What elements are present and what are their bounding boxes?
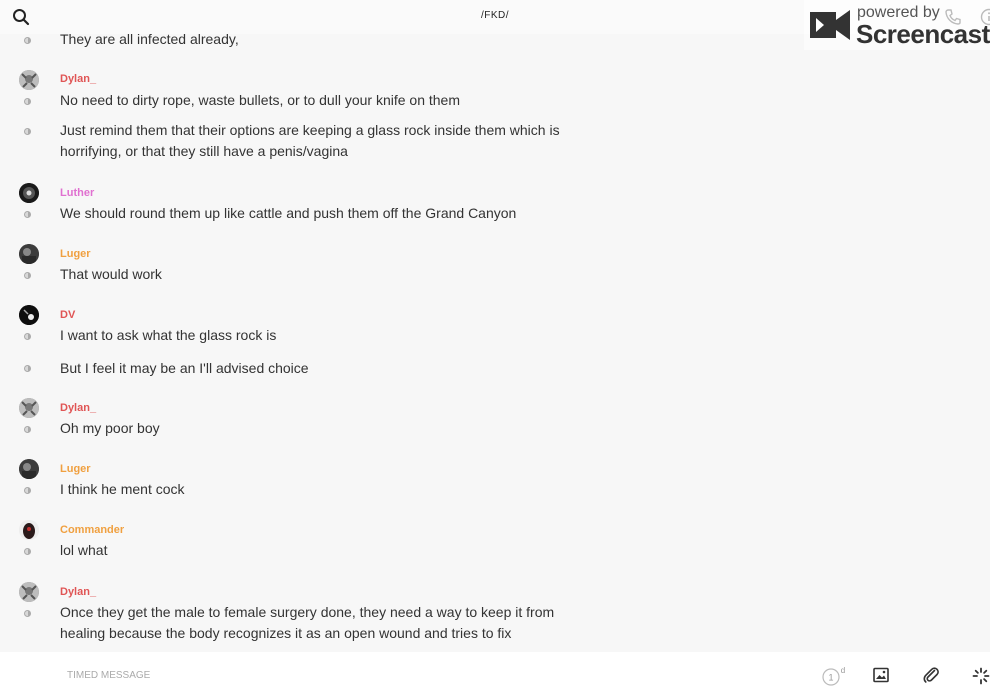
avatar[interactable] bbox=[19, 70, 39, 90]
timer-value: 1 bbox=[828, 673, 833, 683]
message-text: Just remind them that their options are … bbox=[60, 122, 560, 159]
avatar[interactable] bbox=[19, 459, 39, 479]
message-text: We should round them up like cattle and … bbox=[60, 205, 517, 221]
read-indicator-icon[interactable] bbox=[24, 272, 31, 279]
message-text: No need to dirty rope, waste bullets, or… bbox=[60, 92, 460, 108]
author-name[interactable]: Luger bbox=[60, 463, 91, 475]
timed-message-input[interactable]: TIMED MESSAGE bbox=[67, 670, 150, 681]
avatar[interactable] bbox=[19, 305, 39, 325]
paperclip-icon[interactable] bbox=[922, 666, 940, 689]
info-icon[interactable] bbox=[980, 8, 990, 31]
spark-icon[interactable] bbox=[972, 667, 990, 690]
read-indicator-icon[interactable] bbox=[24, 610, 31, 617]
author-name[interactable]: Dylan_ bbox=[60, 586, 96, 598]
avatar[interactable] bbox=[19, 244, 39, 264]
timer-button[interactable]: 1 d bbox=[822, 666, 848, 692]
timer-unit: d bbox=[841, 667, 845, 675]
message-text: They are all infected already, bbox=[60, 31, 239, 47]
message-text: That would work bbox=[60, 266, 162, 282]
phone-icon[interactable] bbox=[944, 8, 962, 31]
author-name[interactable]: DV bbox=[60, 309, 75, 321]
message-text: I want to ask what the glass rock is bbox=[60, 327, 277, 343]
avatar[interactable] bbox=[19, 183, 39, 203]
avatar[interactable] bbox=[19, 582, 39, 602]
read-indicator-icon[interactable] bbox=[24, 211, 31, 218]
author-name[interactable]: Commander bbox=[60, 524, 124, 536]
avatar[interactable] bbox=[19, 520, 39, 540]
message-text: But I feel it may be an I'll advised cho… bbox=[60, 360, 309, 376]
message-text: lol what bbox=[60, 542, 108, 558]
author-name[interactable]: Dylan_ bbox=[60, 402, 96, 414]
author-name[interactable]: Dylan_ bbox=[60, 73, 96, 85]
read-indicator-icon[interactable] bbox=[24, 426, 31, 433]
message-text: Once they get the male to female surgery… bbox=[60, 604, 555, 641]
avatar[interactable] bbox=[19, 398, 39, 418]
read-indicator-icon[interactable] bbox=[24, 98, 31, 105]
read-indicator-icon[interactable] bbox=[24, 365, 31, 372]
read-indicator-icon[interactable] bbox=[24, 37, 31, 44]
screencastify-logo-icon bbox=[808, 6, 852, 49]
watermark-brand-text: Screencastify bbox=[856, 19, 990, 49]
read-indicator-icon[interactable] bbox=[24, 128, 31, 135]
read-indicator-icon[interactable] bbox=[24, 487, 31, 494]
author-name[interactable]: Luger bbox=[60, 248, 91, 260]
message-text: I think he ment cock bbox=[60, 481, 185, 497]
author-name[interactable]: Luther bbox=[60, 187, 94, 199]
message-list[interactable]: They are all infected already, Dylan_ No… bbox=[0, 30, 990, 650]
read-indicator-icon[interactable] bbox=[24, 333, 31, 340]
read-indicator-icon[interactable] bbox=[24, 548, 31, 555]
message-text: Oh my poor boy bbox=[60, 420, 160, 436]
screencastify-watermark: powered by Screencastify bbox=[804, 0, 990, 50]
image-icon[interactable] bbox=[873, 667, 889, 688]
